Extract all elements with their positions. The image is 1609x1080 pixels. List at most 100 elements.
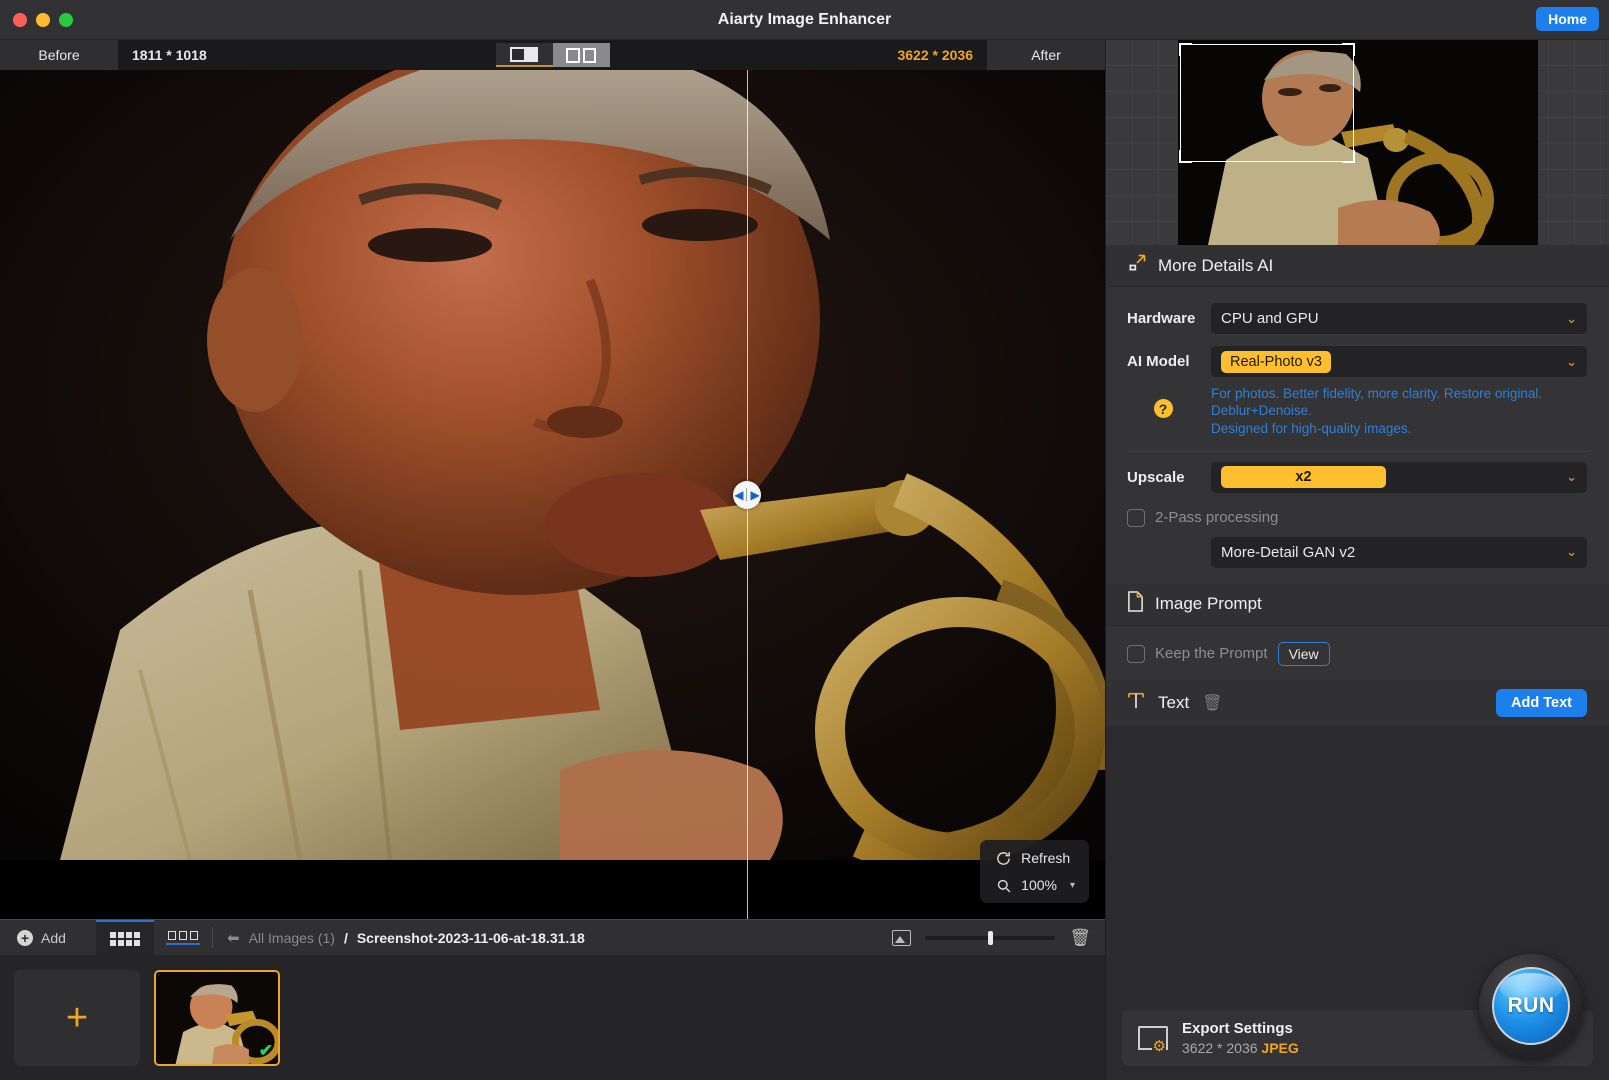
slider-knob[interactable] (987, 930, 993, 945)
document-icon (1127, 591, 1144, 617)
main-body: Before 1811 * 1018 3622 * 2036 After ◀ ▶… (0, 40, 1609, 1080)
more-details-body: Hardware CPU and GPU ⌄ AI Model Real-Pho… (1106, 287, 1609, 584)
image-canvas[interactable]: ◀ ▶ Refresh 100% ▾ (0, 70, 1105, 919)
hardware-row: Hardware CPU and GPU ⌄ (1106, 297, 1609, 340)
thumbnail-size-icon[interactable] (892, 929, 912, 946)
viewer-toolbar: Before 1811 * 1018 3622 * 2036 After (0, 40, 1105, 70)
refresh-icon (994, 849, 1012, 867)
chevron-down-icon: ▾ (1069, 879, 1075, 891)
section-header-text: Text 🗑 Add Text (1106, 679, 1609, 726)
magnifier-icon (994, 876, 1012, 894)
ai-model-select[interactable]: Real-Photo v3 ⌄ (1211, 346, 1587, 377)
split-view-button[interactable] (495, 43, 553, 67)
export-monitor-icon: ⚙ (1138, 1026, 1168, 1054)
title-bar: Aiarty Image Enhancer Home (0, 0, 1609, 40)
add-text-button[interactable]: Add Text (1496, 688, 1587, 717)
ai-model-description-row: ? For photos. Better fidelity, more clar… (1106, 383, 1609, 443)
more-details-title: More Details AI (1158, 255, 1274, 275)
chevron-down-icon: ⌄ (1566, 353, 1577, 369)
filmstrip-add-button[interactable]: + (14, 969, 140, 1066)
refresh-label: Refresh (1021, 850, 1071, 866)
after-size-label: 3622 * 2036 (897, 47, 973, 63)
handle-bar (746, 488, 748, 501)
filmstrip-item[interactable]: ✔ (154, 969, 280, 1066)
hardware-value: CPU and GPU (1221, 310, 1319, 327)
side-by-side-view-icon (566, 47, 596, 63)
keep-prompt-label: Keep the Prompt (1155, 645, 1268, 663)
back-arrow-icon[interactable]: ⬅ (227, 929, 240, 947)
zoom-level-button[interactable]: 100% ▾ (986, 873, 1083, 897)
run-label: RUN (1507, 994, 1555, 1017)
delete-icon[interactable]: 🗑 (1069, 928, 1091, 948)
breadcrumb-current-file: Screenshot-2023-11-06-at-18.31.18 (356, 929, 585, 946)
plus-circle-icon: + (17, 929, 33, 946)
two-pass-model-row: More-Detail GAN v2 ⌄ (1106, 533, 1609, 570)
two-pass-model-select[interactable]: More-Detail GAN v2 ⌄ (1211, 536, 1587, 568)
side-by-side-view-button[interactable] (552, 43, 610, 67)
ai-model-description: For photos. Better fidelity, more clarit… (1211, 383, 1542, 437)
filmstrip: + ✔ (0, 955, 1105, 1080)
two-pass-label: 2-Pass processing (1155, 509, 1279, 527)
hardware-label: Hardware (1127, 310, 1196, 327)
settings-panel: More Details AI Hardware CPU and GPU ⌄ A… (1105, 40, 1609, 1080)
text-tool-icon (1127, 690, 1145, 715)
grid-view-icon (110, 931, 140, 946)
text-title: Text (1158, 692, 1190, 712)
home-button[interactable]: Home (1536, 7, 1599, 31)
description-line-2: Deblur+Denoise. (1211, 403, 1312, 419)
ai-model-label: AI Model (1127, 353, 1190, 370)
delete-text-icon[interactable]: 🗑 (1202, 693, 1222, 713)
two-pass-row: 2-Pass processing (1106, 499, 1609, 533)
navigator-preview[interactable] (1106, 40, 1609, 245)
window-controls (0, 12, 73, 27)
split-view-icon (510, 46, 538, 62)
keep-prompt-checkbox[interactable] (1127, 644, 1145, 663)
add-label: Add (41, 929, 66, 946)
row-view-button[interactable] (154, 920, 212, 955)
preview-image (0, 70, 1105, 860)
tab-after[interactable]: After (987, 40, 1105, 70)
more-details-icon (1127, 253, 1147, 278)
chevron-down-icon: ⌄ (1566, 310, 1577, 326)
upscale-select[interactable]: x2 ⌄ (1211, 461, 1587, 493)
hardware-select[interactable]: CPU and GPU ⌄ (1211, 303, 1587, 334)
refresh-button[interactable]: Refresh (986, 846, 1083, 870)
export-settings-meta: 3622 * 2036 JPEG (1182, 1040, 1299, 1056)
breadcrumb-all-images[interactable]: All Images (1) (249, 930, 335, 946)
chevron-down-icon: ⌄ (1566, 469, 1577, 485)
thumbnail-size-slider[interactable] (925, 930, 1056, 945)
compare-divider-handle[interactable]: ◀ ▶ (732, 480, 761, 509)
canvas-controls: Refresh 100% ▾ (980, 840, 1089, 903)
close-icon[interactable] (13, 12, 27, 27)
minimize-icon[interactable] (36, 12, 50, 27)
toolbar-right-controls: 🗑 (892, 920, 1105, 955)
description-line-3: Designed for high-quality images. (1211, 420, 1412, 436)
description-line-1: For photos. Better fidelity, more clarit… (1211, 386, 1543, 401)
ai-model-row: AI Model Real-Photo v3 ⌄ (1106, 340, 1609, 383)
chevron-down-icon: ⌄ (1566, 544, 1577, 560)
selected-check-icon: ✔ (258, 1040, 273, 1060)
upscale-row: Upscale x2 ⌄ (1106, 456, 1609, 499)
upscale-label: Upscale (1127, 468, 1185, 486)
view-prompt-button[interactable]: View (1277, 641, 1330, 666)
image-prompt-body: Keep the Prompt View (1106, 625, 1609, 680)
run-button[interactable]: RUN (1479, 954, 1583, 1058)
export-settings-title: Export Settings (1182, 1020, 1293, 1037)
bottom-toolbar: + Add ⬅ All Images (1) / Screenshot-2023… (0, 919, 1105, 955)
help-wrap: ? (1127, 383, 1199, 418)
zoom-icon[interactable] (59, 12, 73, 27)
section-divider (1127, 450, 1588, 452)
two-pass-model-value: More-Detail GAN v2 (1221, 543, 1356, 561)
viewer-pane: Before 1811 * 1018 3622 * 2036 After ◀ ▶… (0, 40, 1105, 1080)
row-view-icon (166, 930, 200, 945)
grid-view-button[interactable] (96, 920, 154, 955)
navigator-image-wrap (1177, 40, 1538, 245)
run-button-inner: RUN (1492, 967, 1570, 1045)
two-pass-checkbox[interactable] (1127, 508, 1145, 527)
add-image-button[interactable]: + Add (0, 920, 96, 955)
question-mark-icon[interactable]: ? (1153, 399, 1173, 418)
export-settings-text: Export Settings 3622 * 2036 JPEG (1182, 1020, 1299, 1056)
section-header-more-details: More Details AI (1106, 245, 1609, 287)
page-title: Aiarty Image Enhancer (717, 10, 892, 28)
tab-before[interactable]: Before (0, 40, 118, 70)
